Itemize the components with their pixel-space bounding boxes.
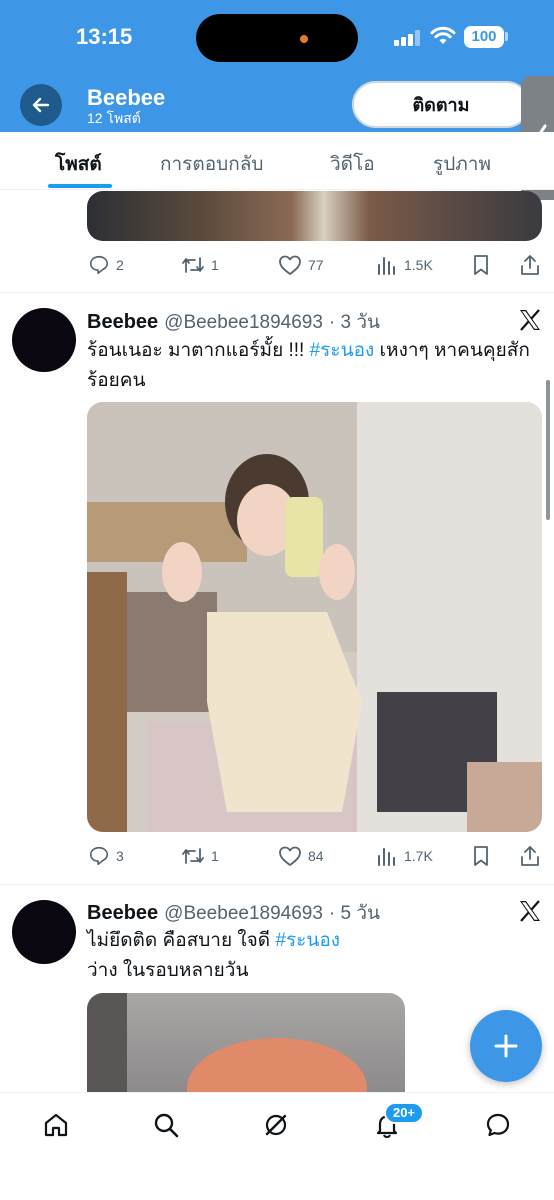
- plus-icon: [494, 1034, 518, 1058]
- hashtag-link[interactable]: #ระนอง: [275, 930, 340, 951]
- profile-tabs: โพสต์ การตอบกลับ วิดีโอ รูปภาพ: [0, 132, 554, 190]
- cellular-signal-icon: [394, 30, 420, 46]
- photo-placeholder: [87, 993, 367, 1093]
- x-logo-icon: [520, 900, 540, 922]
- repost-icon: [182, 848, 204, 864]
- active-tab-indicator: [48, 184, 112, 188]
- author-handle[interactable]: @Beebee1894693: [164, 903, 323, 925]
- tweet-text-part: ว่าง ในรอบหลายวัน: [87, 960, 249, 981]
- bookmark-icon[interactable]: [470, 254, 492, 276]
- tweet-text: ไม่ยึดติด คือสบาย ใจดี #ระนองว่าง ในรอบห…: [87, 926, 545, 986]
- avatar[interactable]: [12, 308, 76, 372]
- tab-media[interactable]: รูปภาพ: [433, 149, 491, 179]
- x-logo-icon: [520, 309, 540, 331]
- views-button[interactable]: 1.5K: [376, 254, 433, 276]
- dynamic-island: [196, 14, 358, 62]
- battery-tip: [505, 32, 508, 41]
- tab-videos[interactable]: วิดีโอ: [330, 149, 375, 179]
- view-count: 1.7K: [404, 848, 433, 864]
- wifi-icon: [430, 26, 456, 44]
- repost-icon: [182, 257, 204, 273]
- scroll-indicator[interactable]: [546, 380, 550, 520]
- author-name[interactable]: Beebee: [87, 311, 158, 334]
- tweet-image[interactable]: [87, 993, 405, 1093]
- tweet-header: Beebee @Beebee1894693 · 5 วัน: [87, 898, 380, 928]
- reply-count: 2: [116, 257, 124, 273]
- tweet-text-part: ร้อนเนอะ มาตากแอร์มั้ย !!!: [87, 340, 310, 361]
- reply-button[interactable]: 3: [88, 845, 124, 867]
- arrow-left-icon: [32, 97, 50, 113]
- views-icon: [378, 257, 395, 275]
- tweet-header: Beebee @Beebee1894693 · 3 วัน: [87, 307, 380, 337]
- grok-icon[interactable]: [262, 1111, 290, 1139]
- tweet-time: · 5 วัน: [328, 903, 381, 924]
- heart-icon: [279, 255, 301, 275]
- repost-button[interactable]: 1: [181, 254, 219, 276]
- tweet-image[interactable]: [87, 402, 542, 832]
- reply-button[interactable]: 2: [88, 254, 124, 276]
- post-count: 12 โพสต์: [87, 110, 141, 126]
- repost-button[interactable]: 1: [181, 845, 219, 867]
- views-button[interactable]: 1.7K: [376, 845, 433, 867]
- bookmark-icon[interactable]: [470, 845, 492, 867]
- messages-icon[interactable]: [484, 1111, 512, 1139]
- tweet-divider: [0, 884, 554, 885]
- heart-icon: [279, 846, 301, 866]
- back-button[interactable]: [20, 84, 62, 126]
- like-button[interactable]: 84: [278, 845, 324, 867]
- repost-count: 1: [211, 257, 219, 273]
- tweet-text-part: ไม่ยึดติด คือสบาย ใจดี: [87, 930, 276, 951]
- notifications-badge: 20+: [384, 1102, 424, 1124]
- tweet-divider: [0, 292, 554, 293]
- author-handle[interactable]: @Beebee1894693: [164, 312, 323, 334]
- reply-count: 3: [116, 848, 124, 864]
- tab-replies[interactable]: การตอบกลับ: [160, 149, 263, 179]
- compose-button[interactable]: [470, 1010, 542, 1082]
- share-icon[interactable]: [519, 845, 541, 867]
- battery-indicator: 100: [464, 26, 504, 48]
- repost-count: 1: [211, 848, 219, 864]
- views-icon: [378, 848, 395, 866]
- tab-posts[interactable]: โพสต์: [55, 149, 102, 179]
- like-count: 77: [308, 257, 324, 273]
- photo-placeholder: [87, 402, 542, 832]
- avatar[interactable]: [12, 900, 76, 964]
- tweet-text: ร้อนเนอะ มาตากแอร์มั้ย !!! #ระนอง เหงาๆ …: [87, 336, 545, 396]
- hashtag-link[interactable]: #ระนอง: [310, 340, 375, 361]
- view-count: 1.5K: [404, 257, 433, 273]
- home-icon[interactable]: [42, 1111, 70, 1139]
- reply-icon: [89, 846, 109, 866]
- tweet-time: · 3 วัน: [328, 312, 381, 333]
- recording-indicator: [300, 35, 308, 43]
- share-icon[interactable]: [519, 254, 541, 276]
- search-icon[interactable]: [152, 1111, 180, 1139]
- like-button[interactable]: 77: [278, 254, 324, 276]
- like-count: 84: [308, 848, 324, 864]
- follow-button[interactable]: ติดตาม: [352, 81, 530, 128]
- tweet-image[interactable]: [87, 191, 542, 241]
- reply-icon: [89, 255, 109, 275]
- bottom-navigation: [0, 1092, 554, 1200]
- status-time: 13:15: [76, 24, 133, 49]
- author-name[interactable]: Beebee: [87, 902, 158, 925]
